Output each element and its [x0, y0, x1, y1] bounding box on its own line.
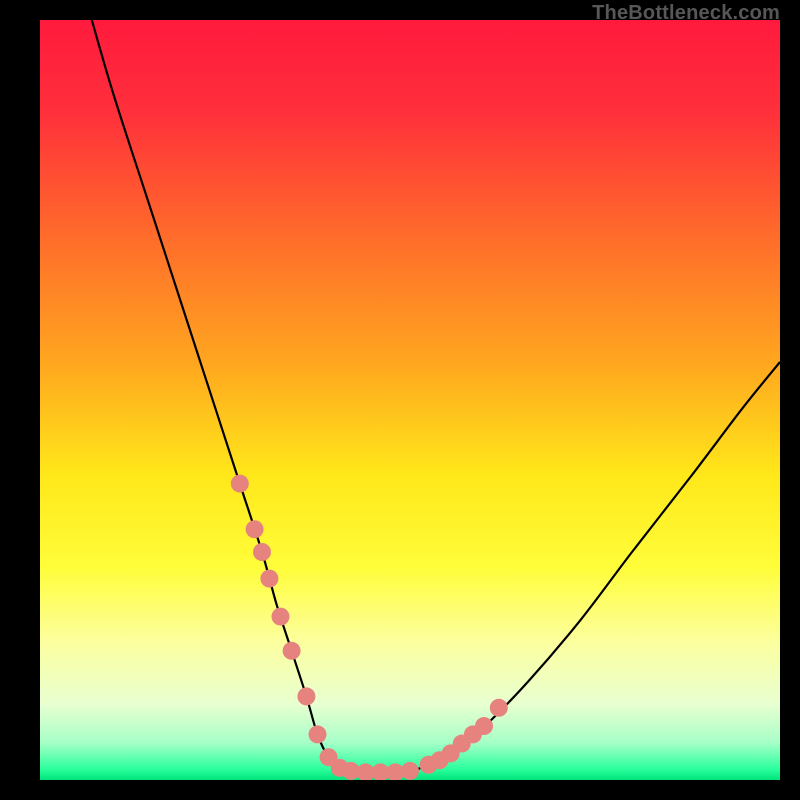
watermark-text: TheBottleneck.com — [592, 2, 780, 25]
highlight-dot — [490, 699, 508, 717]
highlight-dot — [246, 520, 264, 538]
highlight-dot — [231, 475, 249, 493]
plot-area — [40, 20, 780, 780]
highlight-dot — [309, 725, 327, 743]
highlight-dot — [475, 717, 493, 735]
bottleneck-curve — [92, 20, 780, 773]
chart-frame: TheBottleneck.com — [0, 0, 800, 800]
highlight-dot — [297, 687, 315, 705]
highlight-dot — [253, 543, 271, 561]
highlight-dot — [401, 762, 419, 780]
highlight-dot — [283, 642, 301, 660]
highlight-dot — [260, 570, 278, 588]
highlight-dots — [231, 475, 508, 780]
curve-layer — [40, 20, 780, 780]
highlight-dot — [272, 608, 290, 626]
